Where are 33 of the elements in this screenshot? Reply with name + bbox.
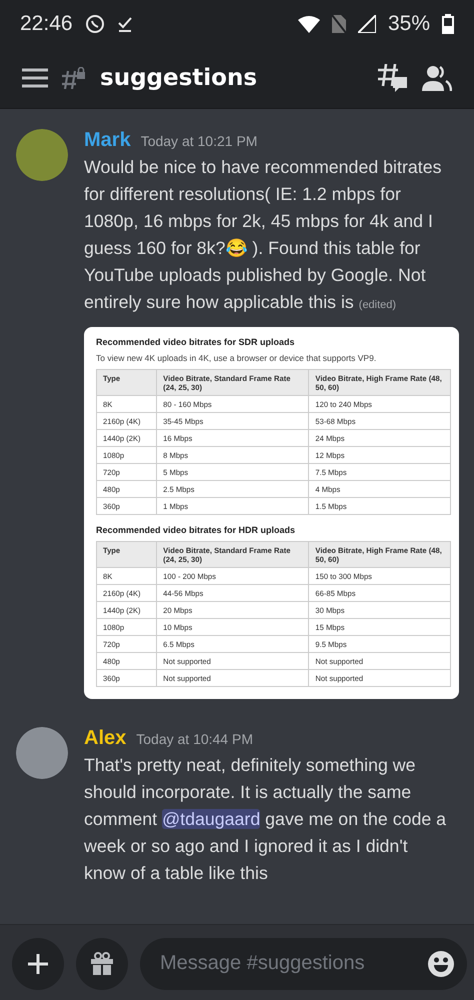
timestamp: Today at 10:44 PM [136,731,253,747]
add-button[interactable] [12,938,64,990]
author-name[interactable]: Alex [84,727,126,750]
table-title: Recommended video bitrates for SDR uploads [96,337,296,347]
message-field[interactable]: Message #suggestions [140,938,467,990]
message-text: That's pretty neat, definitely something we should incorporate. It is actually the same comment @tdaugaard gave me on the code a week or so ago and I ignored it as I didn't know of a table like this [84,754,448,885]
table-title: Recommended video bitrates for HDR uploads [96,525,296,535]
threads-icon[interactable] [378,64,408,92]
gift-icon [90,952,114,976]
chat-bubble-icon [84,14,105,34]
battery-percentage: 35% [388,12,430,36]
timestamp: Today at 10:21 PM [140,133,258,149]
message-text: Would be nice to have recommended bitrates for different resolutions( IE: 1.2 mbps for 1080p, 16 mbps for 2k, 45 mbps for 4k and I guess 160 for 8k?😂 ). Found this table for YouTube uploads published by Google. Not entirely sure how applicable this is (edited) [84,156,442,314]
battery-icon [442,14,454,34]
table-subtitle: To view new 4K uploads in 4K, use a browser or device that supports VP9. [96,353,378,363]
checkmark-icon [116,16,133,32]
locked-hash-icon [62,67,86,89]
menu-icon[interactable] [22,68,48,88]
no-sim-icon [332,15,346,33]
user-mention[interactable]: @tdaugaard [162,809,260,829]
gift-button[interactable] [76,938,128,990]
signal-icon [358,15,376,33]
image-attachment[interactable] [84,327,459,699]
members-icon[interactable] [422,65,452,91]
avatar[interactable] [16,727,68,779]
plus-icon [27,952,49,974]
emoji-icon[interactable] [427,950,455,978]
wifi-icon [298,15,320,33]
clock: 22:46 [20,12,73,36]
message-input[interactable]: Message #suggestions [158,951,427,976]
avatar[interactable] [16,129,68,181]
author-name[interactable]: Mark [84,129,131,152]
channel-name: suggestions [100,65,258,91]
